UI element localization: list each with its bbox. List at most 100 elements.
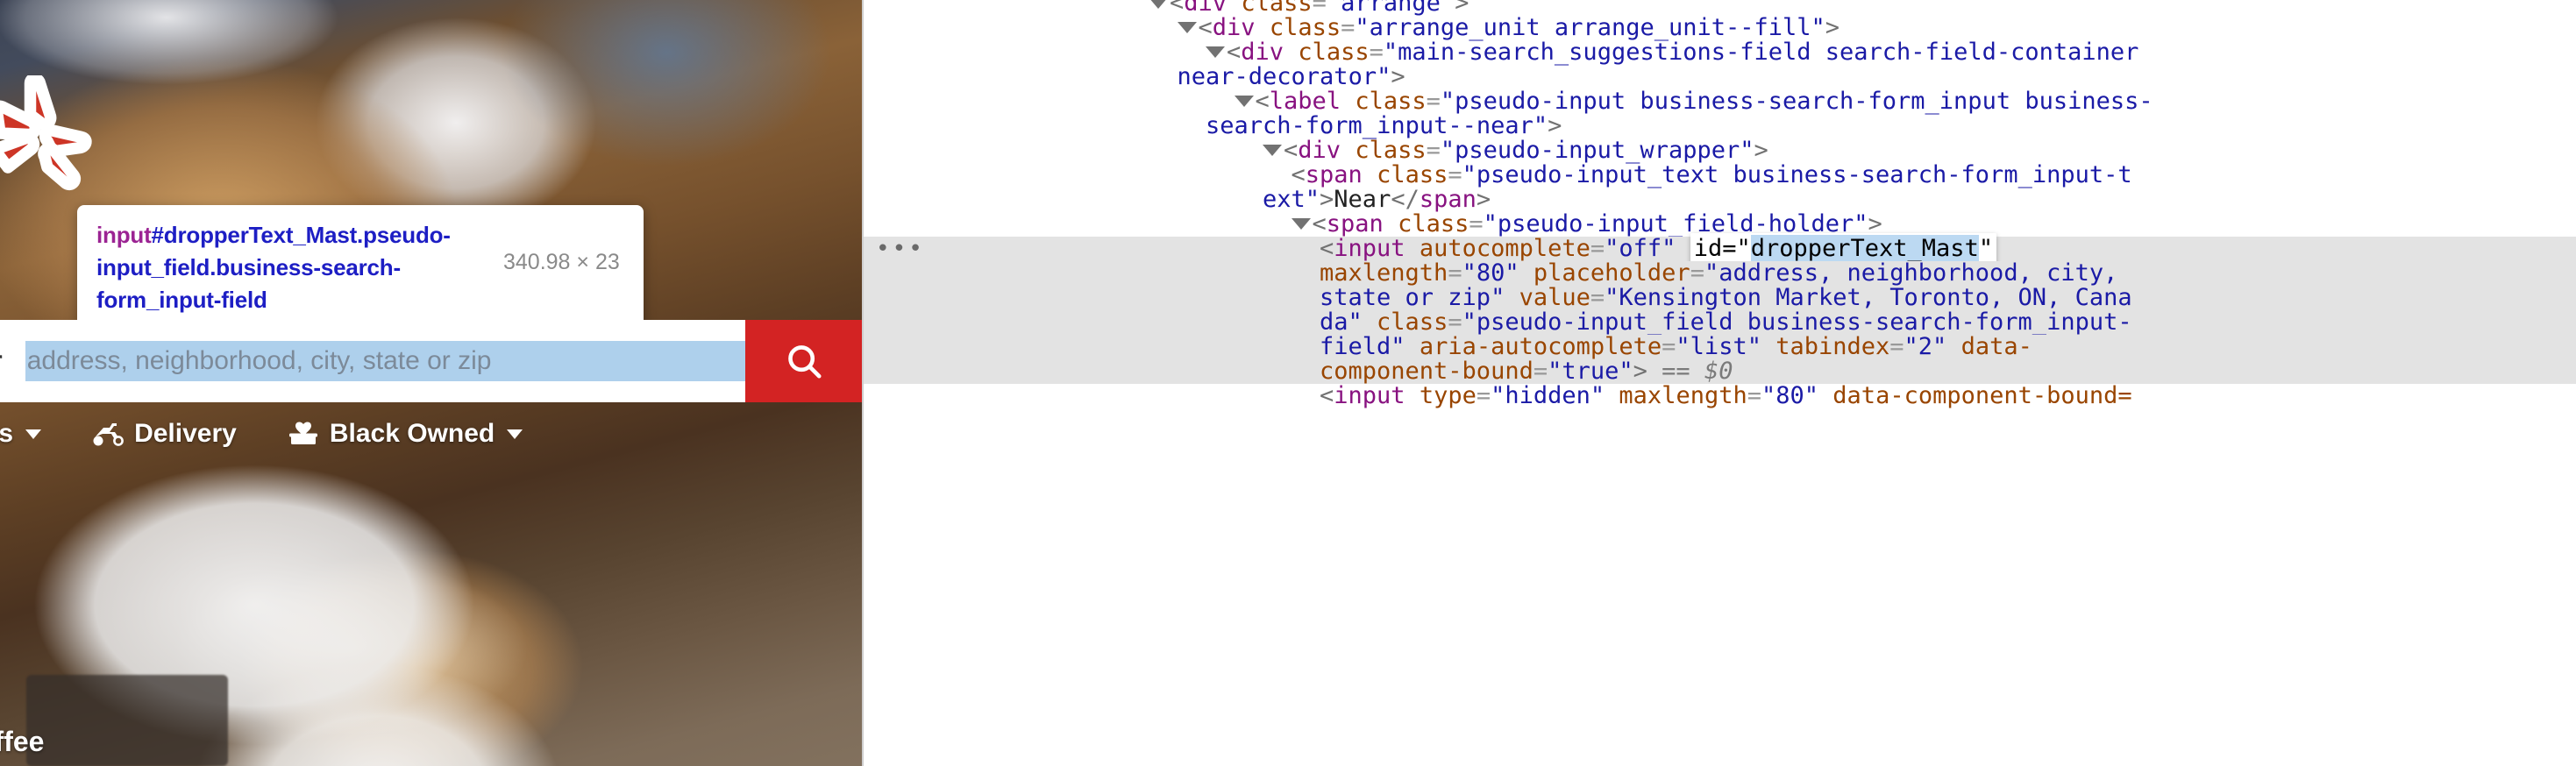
- devtools-token-attr: placeholder: [1533, 259, 1690, 287]
- devtools-dom-line[interactable]: ext">Near</span>: [864, 188, 2576, 212]
- devtools-line-content: <input autocomplete="off" id="dropperTex…: [1320, 233, 1997, 264]
- devtools-token-attr: class: [1398, 210, 1469, 238]
- devtools-token-tw: [1341, 88, 1355, 115]
- disclosure-triangle-icon[interactable]: [1206, 46, 1225, 58]
- devtools-line-content: component-bound="true"> == $0: [1320, 359, 1733, 384]
- devtools-token-val: "arrange_unit arrange_unit--fill": [1355, 14, 1825, 41]
- devtools-token-tw: <: [1312, 210, 1327, 238]
- devtools-dom-line[interactable]: search-form_input--near">: [864, 114, 2576, 138]
- devtools-token-attr: maxlength: [1320, 259, 1448, 287]
- devtools-dom-line[interactable]: maxlength="80" placeholder="address, nei…: [864, 261, 2576, 286]
- scooter-icon: [90, 420, 125, 448]
- attribute-edit-prefix: id=": [1693, 235, 1751, 262]
- nav-item-services-label: vices: [0, 419, 14, 448]
- devtools-token-tw: >: [1754, 137, 1768, 164]
- devtools-token-attr: aria-autocomplete: [1419, 333, 1662, 360]
- devtools-dom-line[interactable]: <input type="hidden" maxlength="80" data…: [864, 384, 2576, 408]
- devtools-token-val: "main-search_suggestions-field search-fi…: [1383, 39, 2139, 66]
- devtools-dom-line[interactable]: <label class="pseudo-input business-sear…: [864, 89, 2576, 114]
- devtools-token-dollar: $0: [1704, 358, 1733, 385]
- inspector-selector-text: input#dropperText_Mast.pseudo-input_fiel…: [96, 219, 482, 316]
- devtools-line-content: near-decorator">: [1178, 65, 1405, 89]
- attribute-edit-selected-value[interactable]: dropperText_Mast: [1750, 235, 1979, 262]
- devtools-token-tw: [1818, 382, 1832, 409]
- devtools-dom-line[interactable]: state or zip" value="Kensington Market, …: [864, 286, 2576, 310]
- devtools-dom-line[interactable]: near-decorator">: [864, 65, 2576, 89]
- devtools-token-eqg: =: [1426, 137, 1441, 164]
- devtools-token-attr: type: [1419, 382, 1477, 409]
- devtools-token-tw: [1405, 333, 1420, 360]
- devtools-token-val: "2": [1904, 333, 1947, 360]
- disclosure-triangle-icon[interactable]: [1291, 218, 1311, 230]
- hero-nav: vices Delivery: [0, 419, 572, 449]
- devtools-token-tw: >: [1391, 63, 1405, 90]
- disclosure-triangle-icon[interactable]: [1234, 96, 1254, 107]
- devtools-dom-line[interactable]: ••• <input autocomplete="off" id="dropper…: [864, 233, 2576, 264]
- devtools-token-eqg: =: [1690, 259, 1704, 287]
- devtools-dom-line[interactable]: <div class="arrange_unit arrange_unit--f…: [864, 16, 2576, 40]
- devtools-line-content: <span class="pseudo-input_text business-…: [1292, 163, 2132, 188]
- disclosure-triangle-icon[interactable]: [1149, 0, 1168, 9]
- devtools-token-attr: class: [1269, 14, 1341, 41]
- devtools-dom-line[interactable]: <span class="pseudo-input_text business-…: [864, 163, 2576, 188]
- web-page-viewport: input#dropperText_Mast.pseudo-input_fiel…: [0, 0, 862, 766]
- devtools-dom-line[interactable]: <div class="main-search_suggestions-fiel…: [864, 40, 2576, 65]
- devtools-token-attr: class: [1355, 137, 1427, 164]
- yelp-burst-logo[interactable]: [0, 75, 100, 207]
- devtools-line-content: maxlength="80" placeholder="address, nei…: [1320, 261, 2117, 286]
- devtools-token-tag: input: [1334, 235, 1405, 262]
- devtools-token-val: "list": [1676, 333, 1761, 360]
- devtools-token-eqg: =: [1469, 210, 1484, 238]
- hero-photo-badge: [26, 675, 228, 766]
- nav-item-services[interactable]: vices: [0, 419, 42, 449]
- devtools-dom-line[interactable]: field" aria-autocomplete="list" tabindex…: [864, 335, 2576, 359]
- devtools-token-tag: span: [1419, 186, 1477, 213]
- devtools-token-attr: maxlength: [1619, 382, 1747, 409]
- devtools-token-txt: Near: [1334, 186, 1391, 213]
- nav-item-delivery[interactable]: Delivery: [90, 419, 237, 449]
- devtools-token-tw: >: [1476, 186, 1491, 213]
- devtools-token-attr: class: [1298, 39, 1370, 66]
- devtools-token-val: "80": [1761, 382, 1819, 409]
- devtools-line-content: <label class="pseudo-input business-sear…: [1234, 88, 2153, 115]
- devtools-token-tw: <: [1284, 137, 1299, 164]
- devtools-dom-line[interactable]: component-bound="true"> == $0: [864, 359, 2576, 384]
- devtools-token-tw: [1761, 333, 1775, 360]
- devtools-token-tw: [1363, 161, 1377, 188]
- devtools-token-tw: <: [1320, 382, 1334, 409]
- devtools-token-tw: [1384, 210, 1398, 238]
- disclosure-triangle-icon[interactable]: [1177, 22, 1197, 33]
- devtools-token-tw: [1363, 309, 1377, 336]
- devtools-elements-panel[interactable]: <div class="arrange"> <div class="arrange…: [862, 0, 2576, 766]
- element-inspector-tooltip: input#dropperText_Mast.pseudo-input_fiel…: [77, 205, 644, 346]
- devtools-token-attr: tabindex: [1775, 333, 1890, 360]
- devtools-token-tw: [1405, 235, 1420, 262]
- business-search-form[interactable]: Near address, neighborhood, city, state …: [0, 320, 745, 402]
- black-owned-icon: [286, 420, 321, 448]
- nav-item-black-owned[interactable]: Black Owned: [286, 419, 523, 449]
- devtools-token-val: ext": [1263, 186, 1320, 213]
- devtools-token-tw: [1405, 382, 1420, 409]
- devtools-line-content: <input type="hidden" maxlength="80" data…: [1320, 384, 2132, 408]
- near-input[interactable]: address, neighborhood, city, state or zi…: [25, 341, 745, 381]
- devtools-token-tag: label: [1269, 88, 1341, 115]
- devtools-token-attr: value: [1519, 284, 1590, 311]
- devtools-token-attr: component-bound: [1320, 358, 1534, 385]
- devtools-token-eqg: =: [1590, 284, 1605, 311]
- devtools-token-tw: >: [1548, 112, 1562, 139]
- search-icon: [788, 345, 822, 379]
- screenshot-root: input#dropperText_Mast.pseudo-input_fiel…: [0, 0, 2576, 766]
- hero-footnote: offee: [0, 726, 45, 757]
- devtools-token-eqg: =: [1533, 358, 1548, 385]
- devtools-token-tw: <: [1320, 235, 1334, 262]
- search-submit-button[interactable]: [745, 320, 862, 402]
- devtools-token-attr: data-component-bound=: [1832, 382, 2132, 409]
- devtools-dom-line[interactable]: da" class="pseudo-input_field business-s…: [864, 310, 2576, 335]
- near-label: Near: [0, 346, 25, 376]
- devtools-token-tag: div: [1241, 39, 1284, 66]
- devtools-token-val: "pseudo-input business-search-form_input…: [1440, 88, 2153, 115]
- devtools-token-tw: <: [1227, 39, 1242, 66]
- devtools-dom-line[interactable]: <div class="pseudo-input_wrapper">: [864, 138, 2576, 163]
- devtools-more-dots[interactable]: •••: [876, 237, 925, 261]
- disclosure-triangle-icon[interactable]: [1263, 145, 1282, 156]
